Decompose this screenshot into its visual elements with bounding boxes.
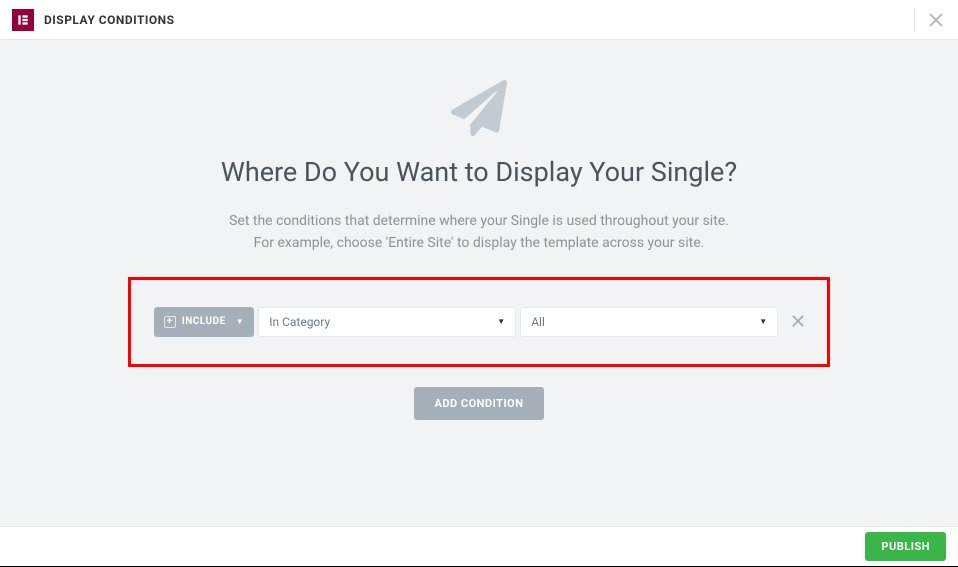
condition-type-select[interactable]: In Category ▼: [258, 307, 516, 337]
main-heading: Where Do You Want to Display Your Single…: [0, 156, 958, 188]
publish-button[interactable]: PUBLISH: [865, 532, 946, 561]
close-button[interactable]: [926, 10, 946, 30]
close-icon: [792, 315, 804, 327]
dialog-title: DISPLAY CONDITIONS: [44, 13, 175, 27]
condition-row: + INCLUDE ▼ In Category ▼ All ▼: [154, 307, 804, 337]
include-label: INCLUDE: [182, 316, 226, 327]
include-toggle[interactable]: + INCLUDE ▼: [154, 307, 254, 337]
dialog-header: DISPLAY CONDITIONS: [0, 0, 958, 40]
remove-condition-button[interactable]: [792, 311, 804, 332]
close-icon: [929, 13, 943, 27]
dialog-footer: PUBLISH: [0, 526, 958, 566]
paper-plane-icon: [0, 80, 958, 136]
condition-value-select[interactable]: All ▼: [520, 307, 778, 337]
description: Set the conditions that determine where …: [0, 210, 958, 255]
desc-line-1: Set the conditions that determine where …: [229, 213, 729, 229]
elementor-logo-icon: [16, 13, 30, 27]
elementor-logo: [12, 9, 34, 31]
conditions-highlight: + INCLUDE ▼ In Category ▼ All ▼: [128, 277, 830, 367]
desc-line-2: For example, choose 'Entire Site' to dis…: [254, 235, 705, 251]
caret-down-icon: ▼: [759, 317, 767, 326]
dialog-body: Where Do You Want to Display Your Single…: [0, 40, 958, 526]
caret-down-icon: ▼: [236, 317, 244, 326]
caret-down-icon: ▼: [497, 317, 505, 326]
condition-type-value: In Category: [269, 315, 330, 329]
condition-value: All: [531, 315, 545, 329]
add-condition-button[interactable]: ADD CONDITION: [414, 387, 543, 420]
plus-icon: +: [164, 316, 176, 328]
